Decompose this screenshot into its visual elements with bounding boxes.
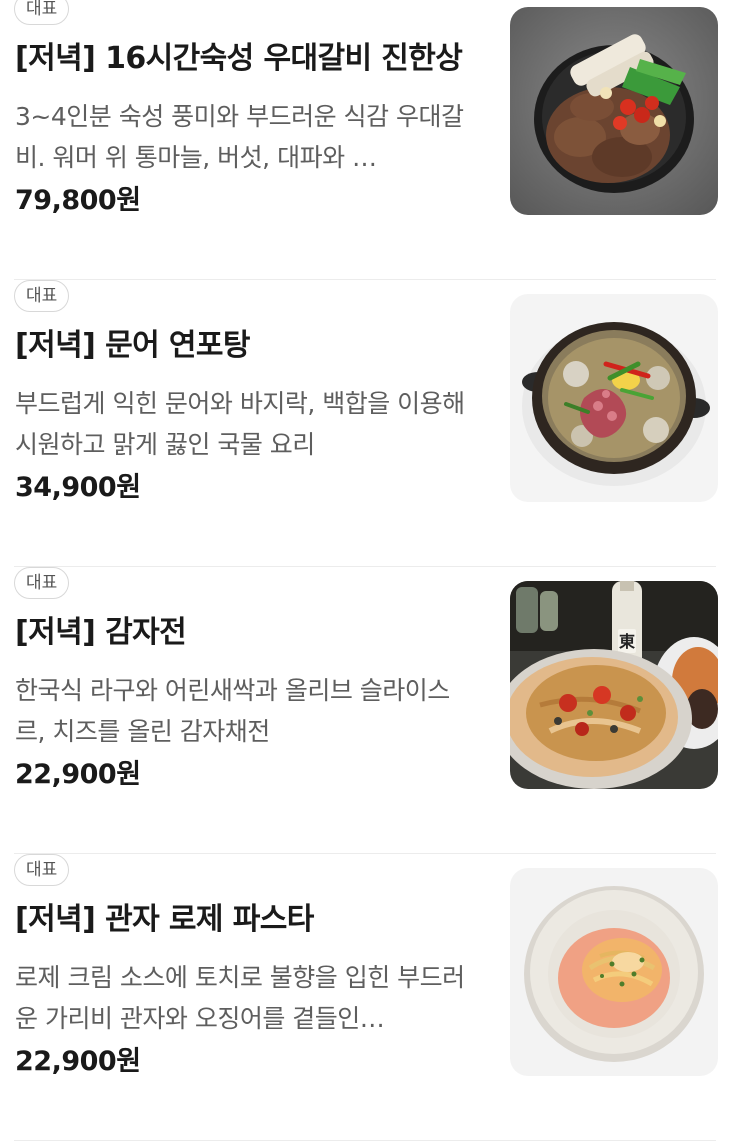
menu-item[interactable]: 대표 [저녁] 16시간숙성 우대갈비 진한상 3~4인분 숙성 풍미와 부드러… (0, 0, 734, 280)
menu-item-price: 22,900원 (15, 759, 141, 790)
menu-item-title: [저녁] 문어 연포탕 (15, 328, 251, 363)
octopus-soup-photo[interactable] (510, 294, 718, 502)
menu-item-description: 부드럽게 익힌 문어와 바지락, 백합을 이용해 시원하고 맑게 끓인 국물 요… (15, 389, 465, 459)
menu-item-description: 로제 크림 소스에 토치로 불향을 입힌 부드러운 가리비 관자와 오징어를 곁… (15, 963, 465, 1033)
menu-item-price: 34,900원 (15, 472, 141, 503)
signature-badge: 대표 (14, 0, 70, 25)
menu-item[interactable]: 대표 [저녁] 문어 연포탕 부드럽게 익힌 문어와 바지락, 백합을 이용해 … (0, 280, 734, 567)
menu-item-title: [저녁] 16시간숙성 우대갈비 진한상 (15, 41, 463, 76)
menu-list: 대표 [저녁] 16시간숙성 우대갈비 진한상 3~4인분 숙성 풍미와 부드러… (0, 0, 734, 1141)
menu-item[interactable]: 대표 [저녁] 감자전 한국식 라구와 어린새싹과 올리브 슬라이스르, 치즈를… (0, 567, 734, 854)
galbi-dish-photo[interactable] (510, 7, 718, 215)
signature-badge: 대표 (14, 280, 70, 312)
menu-item-price: 22,900원 (15, 1046, 141, 1077)
signature-badge: 대표 (14, 854, 70, 886)
menu-item-description: 3~4인분 숙성 풍미와 부드러운 식감 우대갈비. 워머 위 통마늘, 버섯,… (15, 102, 464, 172)
rose-pasta-photo[interactable] (510, 868, 718, 1076)
menu-item-title: [저녁] 관자 로제 파스타 (15, 902, 314, 937)
menu-item-description: 한국식 라구와 어린새싹과 올리브 슬라이스르, 치즈를 올린 감자채전 (15, 676, 450, 746)
potato-pancake-photo[interactable]: 東 (510, 581, 718, 789)
menu-item-price: 79,800원 (15, 185, 141, 216)
menu-item-title: [저녁] 감자전 (15, 615, 187, 650)
menu-item[interactable]: 대표 [저녁] 관자 로제 파스타 로제 크림 소스에 토치로 불향을 입힌 부… (0, 854, 734, 1141)
svg-text:東: 東 (619, 632, 635, 651)
signature-badge: 대표 (14, 567, 70, 599)
